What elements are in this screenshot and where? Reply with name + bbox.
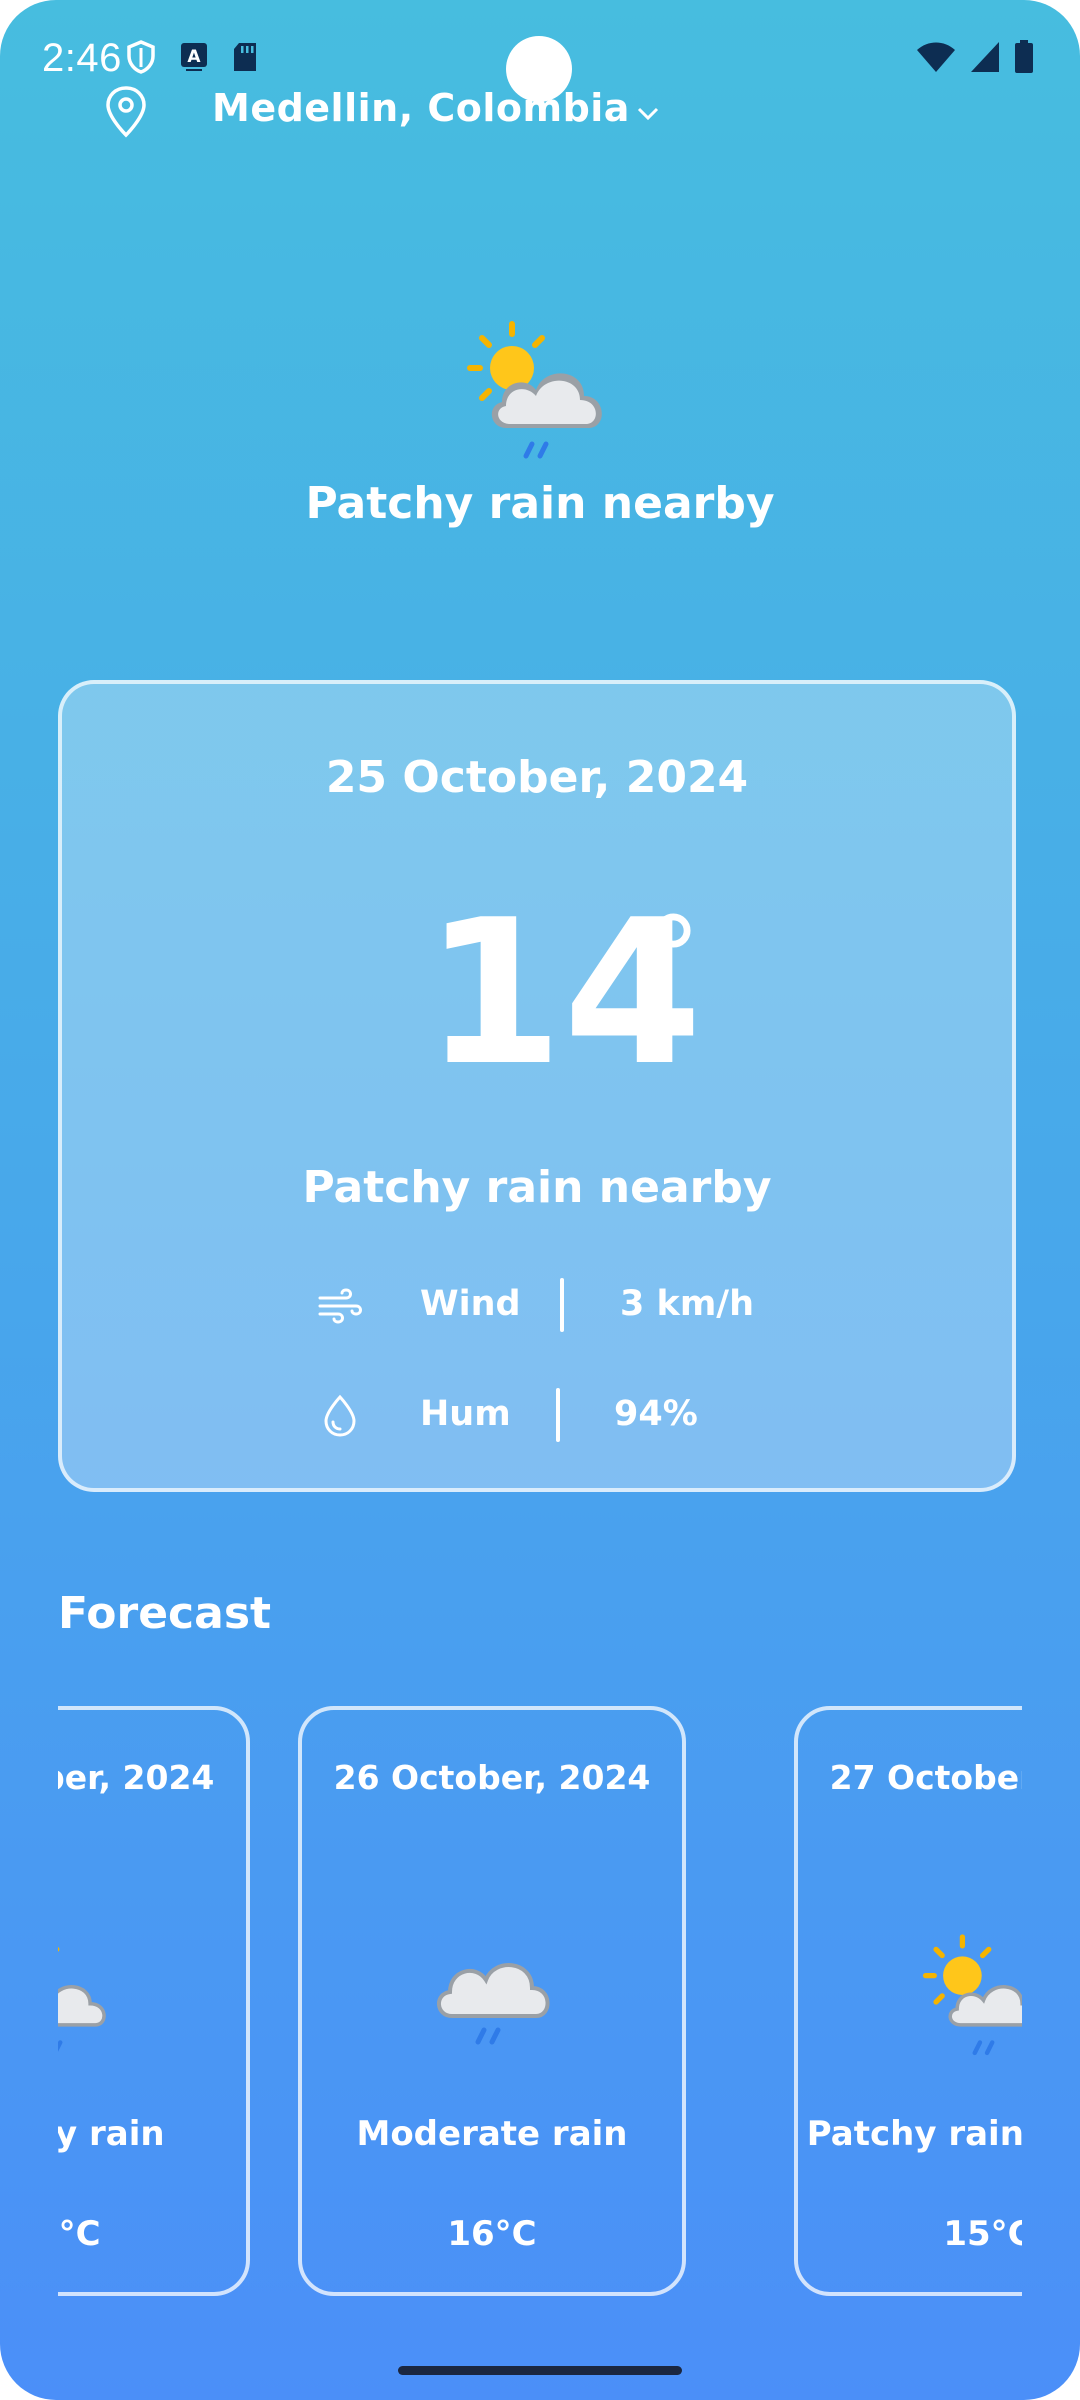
hero-condition: Patchy rain nearby xyxy=(305,478,775,529)
wind-divider xyxy=(560,1278,564,1332)
forecast-card[interactable]: 27 October, 2024 Patchy rain nearby 15°C xyxy=(794,1706,1022,2296)
wind-value: 3 km/h xyxy=(620,1284,754,1324)
svg-text:A: A xyxy=(187,47,201,67)
forecast-carousel[interactable]: 24 October, 2024 Patchy rain 15°C xyxy=(58,1700,1022,2300)
sun-cloud-rain-icon xyxy=(922,1934,1022,2056)
forecast-date: 27 October, 2024 xyxy=(829,1758,1022,1797)
wind-label: Wind xyxy=(420,1284,521,1324)
status-icons-right xyxy=(916,40,1034,74)
home-indicator[interactable] xyxy=(398,2366,682,2375)
status-time: 2:46 xyxy=(42,36,122,80)
droplet-icon xyxy=(324,1394,356,1437)
location-pin-icon xyxy=(106,86,146,138)
current-weather-card: 25 October, 2024 14 ° Patchy rain nearby… xyxy=(58,680,1016,1492)
wind-row: Wind 3 km/h xyxy=(62,1278,1012,1334)
sd-card-icon xyxy=(234,43,256,71)
cloud-rain-icon xyxy=(437,1963,550,2045)
forecast-date: 26 October, 2024 xyxy=(333,1758,651,1797)
forecast-date: 24 October, 2024 xyxy=(58,1758,215,1797)
humidity-value: 94% xyxy=(614,1394,698,1434)
current-condition: Patchy rain nearby xyxy=(302,1162,772,1213)
sun-cloud-rain-icon xyxy=(58,1947,106,2052)
shield-icon xyxy=(127,40,155,74)
forecast-heading: Forecast xyxy=(58,1588,272,1639)
status-icons-left: A xyxy=(126,40,258,74)
humidity-divider xyxy=(556,1388,560,1442)
wifi-icon xyxy=(917,42,955,72)
humidity-label: Hum xyxy=(420,1394,511,1434)
forecast-condition: Patchy rain xyxy=(58,2114,165,2154)
current-date: 25 October, 2024 xyxy=(325,752,749,803)
forecast-temp: 15°C xyxy=(58,2214,101,2254)
location-name[interactable]: Medellin, Colombia xyxy=(212,86,630,130)
chevron-down-icon[interactable] xyxy=(634,100,662,128)
sun-cloud-rain-icon xyxy=(467,321,602,459)
location-selector[interactable]: Medellin, Colombia xyxy=(0,80,1080,146)
keyboard-a-icon: A xyxy=(181,43,207,71)
forecast-condition: Patchy rain nearby xyxy=(806,2114,1022,2154)
weather-screen: 2:46 A Medellin, Colombia Patchy rain ne… xyxy=(0,0,1080,2400)
cell-signal-icon xyxy=(971,42,999,72)
battery-icon xyxy=(1015,40,1033,73)
forecast-temp: 16°C xyxy=(447,2214,537,2254)
humidity-row: Hum 94% xyxy=(62,1388,1012,1444)
forecast-temp: 15°C xyxy=(943,2214,1022,2254)
forecast-card[interactable]: 26 October, 2024 Moderate rain 16°C xyxy=(298,1706,686,2296)
forecast-card[interactable]: 24 October, 2024 Patchy rain 15°C xyxy=(58,1706,250,2296)
degree-symbol: ° xyxy=(646,893,701,1021)
wind-icon xyxy=(318,1288,362,1324)
forecast-condition: Moderate rain xyxy=(356,2114,628,2154)
